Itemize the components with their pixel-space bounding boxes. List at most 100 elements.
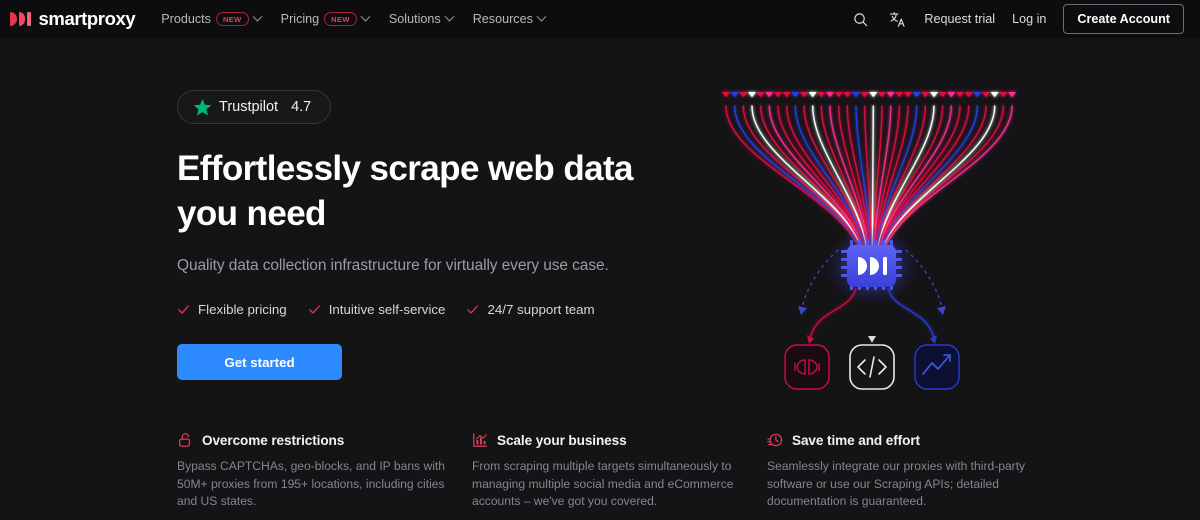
stream-arrowhead (739, 92, 748, 98)
feature-support-team-label: 24/7 support team (487, 302, 595, 317)
language-switcher-button[interactable] (887, 9, 907, 29)
check-icon (308, 305, 320, 314)
stream-arrowhead (947, 92, 956, 98)
create-account-button[interactable]: Create Account (1063, 4, 1184, 34)
stream-arrowhead (938, 92, 947, 98)
page-title: Effortlessly scrape web data you need (177, 149, 633, 233)
nav-item-resources[interactable]: Resources (472, 11, 547, 26)
primary-nav-links: Products NEW Pricing NEW Solutions Resou… (161, 11, 547, 26)
stream-arrowhead (1007, 92, 1017, 98)
hero-content: Trustpilot 4.7 Effortlessly scrape web d… (177, 90, 697, 380)
feature-flexible-pricing: Flexible pricing (177, 302, 287, 317)
top-navigation-bar: smartproxy Products NEW Pricing NEW Solu… (0, 0, 1200, 38)
proxy-network-diagram-svg (721, 92, 1017, 390)
stream-arrowhead (860, 92, 869, 98)
nav-item-solutions-label: Solutions (388, 12, 441, 26)
feature-flexible-pricing-label: Flexible pricing (198, 302, 287, 317)
stream-arrowhead (981, 92, 991, 98)
hero-subtitle: Quality data collection infrastructure f… (177, 257, 609, 274)
card-overcome-restrictions: Overcome restrictions Bypass CAPTCHAs, g… (177, 432, 445, 511)
check-icon (178, 305, 189, 314)
card-header: Overcome restrictions (177, 432, 445, 448)
nav-item-pricing[interactable]: Pricing NEW (280, 11, 371, 26)
star-icon (193, 98, 212, 115)
trustpilot-label: Trustpilot (219, 99, 279, 115)
stream-arrowhead (730, 92, 739, 98)
stream-arrowhead (721, 92, 731, 98)
stream-arrowhead (921, 92, 930, 98)
card-description: Bypass CAPTCHAs, geo-blocks, and IP bans… (177, 459, 445, 508)
card-title: Overcome restrictions (202, 432, 345, 448)
nav-actions: Request trial Log in Create Account (850, 4, 1184, 34)
translate-icon (889, 11, 905, 27)
node-plug[interactable] (784, 344, 830, 390)
stream-arrowhead (791, 92, 800, 98)
nav-badge-new-pricing: NEW (324, 12, 357, 26)
trustpilot-score: 4.7 (291, 99, 312, 115)
search-icon (854, 12, 868, 26)
nav-badge-new-products: NEW (215, 12, 249, 26)
card-header: Scale your business (472, 432, 740, 448)
stream-arrowhead (955, 92, 965, 98)
stream-arrowhead (912, 92, 921, 98)
stream-arrowhead (756, 92, 765, 98)
card-save-time-and-effort: Save time and effort Seamlessly integrat… (767, 432, 1035, 511)
log-in-link[interactable]: Log in (1012, 12, 1046, 26)
card-scale-your-business: Scale your business From scraping multip… (472, 432, 740, 511)
page-root: smartproxy Products NEW Pricing NEW Solu… (0, 0, 1200, 520)
trustpilot-badge[interactable]: Trustpilot 4.7 (177, 90, 332, 124)
stream-arrowhead (999, 92, 1008, 98)
stream-arrowhead (929, 92, 939, 98)
stream-arrowhead (973, 92, 982, 98)
stream-arrowhead (808, 92, 817, 98)
stream-arrowhead (851, 92, 861, 98)
bar-chart-icon (473, 433, 487, 447)
node-code[interactable] (849, 344, 895, 390)
check-icon (467, 305, 479, 314)
stream-arrowhead (843, 92, 852, 98)
stream-arrowhead (747, 92, 757, 98)
dotted-curve-left-arrow (798, 306, 807, 315)
hero-feature-list: Flexible pricing Intuitive self-service … (177, 302, 697, 317)
proxy-network-illustration (710, 80, 1030, 400)
card-header: Save time and effort (767, 432, 1035, 448)
brand-logo[interactable]: smartproxy (10, 8, 136, 30)
stream-arrowhead (886, 92, 895, 98)
stream-path (884, 105, 1013, 249)
node-chart[interactable] (914, 344, 960, 390)
brand-name: smartproxy (38, 8, 136, 29)
card-description: Seamlessly integrate our proxies with th… (767, 459, 1026, 508)
dotted-curve-right-arrow (937, 306, 946, 315)
stream-arrowhead (895, 92, 904, 98)
stream-arrowhead (817, 92, 826, 98)
card-title: Save time and effort (792, 432, 920, 448)
chevron-down-icon (536, 11, 547, 22)
clock-speed-icon (767, 433, 783, 447)
nav-item-products[interactable]: Products NEW (161, 11, 263, 26)
feature-support-team: 24/7 support team (466, 302, 595, 317)
stream-arrowhead (825, 92, 835, 98)
stream-arrowhead (773, 92, 783, 98)
nav-item-solutions[interactable]: Solutions (388, 11, 455, 26)
feature-cards: Overcome restrictions Bypass CAPTCHAs, g… (177, 432, 1037, 511)
connector-code-arrow (868, 336, 876, 343)
stream-arrowhead (834, 92, 843, 98)
feature-intuitive-self-service-label: Intuitive self-service (328, 302, 446, 317)
nav-item-products-label: Products (161, 12, 211, 26)
chevron-down-icon (252, 11, 263, 22)
stream-arrowhead (903, 92, 913, 98)
chevron-down-icon (360, 11, 371, 22)
card-description: From scraping multiple targets simultane… (472, 459, 734, 508)
stream-arrowhead (765, 92, 774, 98)
feature-intuitive-self-service: Intuitive self-service (308, 302, 446, 317)
nav-item-resources-label: Resources (472, 12, 533, 26)
nav-item-pricing-label: Pricing (280, 12, 320, 26)
get-started-button[interactable]: Get started (177, 344, 342, 380)
stream-arrowhead (799, 92, 809, 98)
stream-arrowhead (869, 92, 878, 98)
smartproxy-logo-mark-icon (10, 12, 31, 27)
search-button[interactable] (850, 9, 870, 29)
stream-arrowhead (877, 92, 887, 98)
request-trial-link[interactable]: Request trial (924, 12, 995, 26)
unlock-icon (179, 433, 191, 447)
